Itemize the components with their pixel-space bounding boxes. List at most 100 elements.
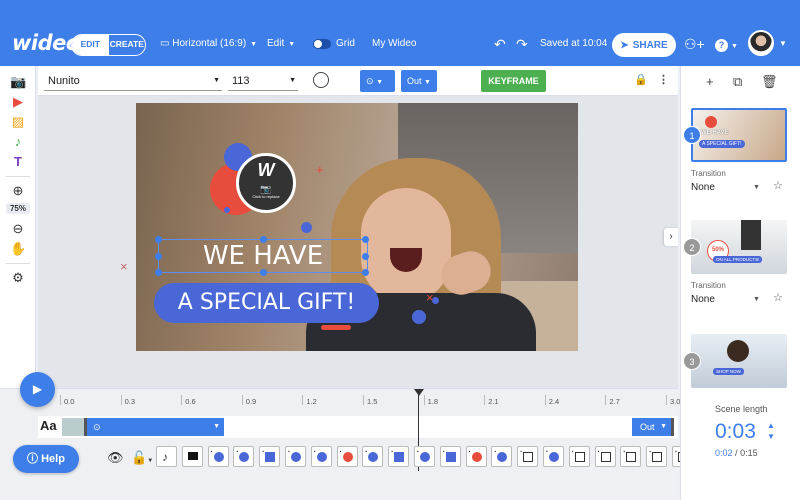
color-picker[interactable] [313,72,329,88]
help-button[interactable]: ⓘ Help [13,445,79,473]
layer-thumbnail[interactable]: ▪ [259,446,281,467]
video-icon[interactable]: ▶ [10,94,26,110]
resize-handle[interactable] [362,269,369,276]
resize-handle[interactable] [362,236,369,243]
layer-thumbnail[interactable]: ▪ [439,446,461,467]
resize-handle[interactable] [155,253,162,260]
entrance-animation-dropdown[interactable]: ⊙ ▼ [360,70,395,92]
star-icon[interactable]: ☆ [773,179,783,192]
transition-dropdown[interactable]: None [691,294,715,305]
blue-dot-shape[interactable] [224,207,230,213]
share-button[interactable]: ➤ SHARE [612,33,676,57]
cross-shape[interactable]: × [426,291,434,304]
red-bar-shape[interactable] [321,325,351,330]
timeline-ruler[interactable]: 0.0 0.3 0.6 0.9 1.2 1.5 1.8 2.1 2.4 2.7 3.0 [58,395,680,413]
chevron-down-icon[interactable]: ▼ [767,431,775,442]
zoom-in-icon[interactable]: ⊕ [10,183,26,199]
scene-thumbnail-2[interactable]: 50% ON ALL PRODUCTS! [691,220,787,274]
layer-thumbnail[interactable]: ▪ [620,446,642,467]
layer-thumbnail[interactable]: ▪ [543,446,564,467]
blue-dot-shape[interactable] [301,222,312,233]
scene-length-value[interactable]: 0:03 [715,420,756,444]
exit-animation-dropdown[interactable]: Out ▼ [401,70,437,92]
cross-shape[interactable]: × [120,260,128,273]
chevron-down-icon[interactable]: ▼ [753,184,760,191]
hand-pan-icon[interactable]: ✋ [10,241,26,257]
collapse-panel-button[interactable]: › [664,228,678,246]
font-size-dropdown[interactable]: 113 ▼ [228,71,298,91]
image-icon[interactable]: ▨ [10,114,26,130]
exit-animation-segment[interactable]: Out ▼ [632,418,674,436]
transition-dropdown[interactable]: None [691,182,715,193]
resize-handle[interactable] [362,253,369,260]
layer-thumbnail[interactable]: ▪ [414,446,435,467]
layer-thumbnail[interactable]: ▪ [491,446,513,467]
resize-handle[interactable] [260,269,267,276]
layer-thumbnail[interactable] [181,446,203,467]
duplicate-icon[interactable]: ⧉ [733,74,742,90]
headline-text-box[interactable]: WE HAVE [155,236,369,276]
layer-thumbnail[interactable]: ▪ [465,446,487,467]
redo-icon[interactable]: ↷ [516,34,528,54]
mode-edit-button[interactable]: EDIT [72,35,109,55]
eye-icon[interactable]: 👁 [107,450,124,466]
help-menu[interactable]: ? ▼ [715,34,738,57]
add-user-icon[interactable]: ⚇+ [684,34,705,54]
cross-shape[interactable]: + [316,163,324,176]
gift-pill-banner[interactable]: A SPECIAL GIFT! [154,283,379,323]
blue-dot-shape[interactable] [412,310,426,324]
grid-toggle[interactable]: Grid [313,38,355,49]
resize-handle[interactable] [155,269,162,276]
layer-thumbnail[interactable]: ▪ [517,446,539,467]
layer-thumbnail[interactable]: ▪ [568,446,590,467]
layer-thumbnail[interactable]: ▪ [594,446,616,467]
delay-segment[interactable] [62,418,84,436]
layer-thumbnail[interactable]: ▪ [310,446,332,467]
star-icon[interactable]: ☆ [773,291,783,304]
chevron-down-icon[interactable]: ▼ [660,418,667,436]
lock-icon[interactable]: 🔒 [634,73,648,86]
layer-thumbnail[interactable]: ▪ [388,446,410,467]
wideo-logo[interactable]: wideo [12,31,80,55]
playhead-handle[interactable] [414,389,424,396]
text-icon[interactable]: T [10,154,26,170]
logo-placeholder[interactable]: W 📷 Click to replace [236,153,296,213]
lock-icon[interactable]: 🔓▼ [131,450,153,466]
trash-icon[interactable]: 🗑 [761,74,778,90]
layer-thumbnail[interactable]: ▪ [233,446,255,467]
chevron-down-icon[interactable]: ▼ [779,34,787,54]
scene-stage[interactable]: + × W 📷 Click to replace A SPECIAL GIFT!… [136,103,578,351]
gear-icon[interactable]: ⚙ [10,270,26,286]
chevron-down-icon[interactable]: ▼ [213,418,220,436]
scene-thumbnail-1[interactable]: WE HAVE A SPECIAL GIFT! [691,108,787,162]
play-button[interactable]: ▶ [20,372,55,407]
zoom-out-icon[interactable]: ⊖ [10,221,26,237]
scene-length-stepper[interactable]: ▲ ▼ [767,420,775,442]
layer-thumbnail[interactable]: ▪ [336,446,358,467]
camera-icon[interactable]: 📷 [10,74,26,90]
layer-thumbnail[interactable]: ▪ [646,446,668,467]
scene-thumbnail-3[interactable]: SHOP NOW [691,334,787,388]
layer-thumbnail[interactable]: ▪ [285,446,306,467]
layer-thumbnail[interactable]: ▪ [362,446,384,467]
font-family-dropdown[interactable]: Nunito ▼ [44,71,222,91]
music-note-icon[interactable]: ♪ [10,134,26,150]
toggle-switch[interactable] [313,38,331,49]
resize-handle[interactable] [155,236,162,243]
layer-thumbnail[interactable]: ▪ [207,446,229,467]
more-options-icon[interactable]: ⋮ [658,73,669,86]
undo-icon[interactable]: ↶ [494,34,506,54]
layer-thumbnail[interactable]: ♪ [156,446,177,467]
edit-menu[interactable]: Edit ▼ [267,38,295,49]
project-name[interactable]: My Wideo [372,38,416,49]
resize-handle[interactable] [260,236,267,243]
mode-create-button[interactable]: CREATE [109,35,146,55]
add-icon[interactable]: + [706,74,714,89]
text-layer-track[interactable]: Aa ⊙ ▼ Out ▼ [38,416,678,438]
orientation-dropdown[interactable]: ▭ Horizontal (16:9) ▼ [160,38,257,49]
chevron-up-icon[interactable]: ▲ [767,420,775,431]
entrance-animation-segment[interactable]: ⊙ ▼ [84,418,224,436]
keyframe-button[interactable]: KEYFRAME [481,70,546,92]
chevron-down-icon[interactable]: ▼ [753,296,760,303]
user-avatar[interactable] [748,30,774,56]
